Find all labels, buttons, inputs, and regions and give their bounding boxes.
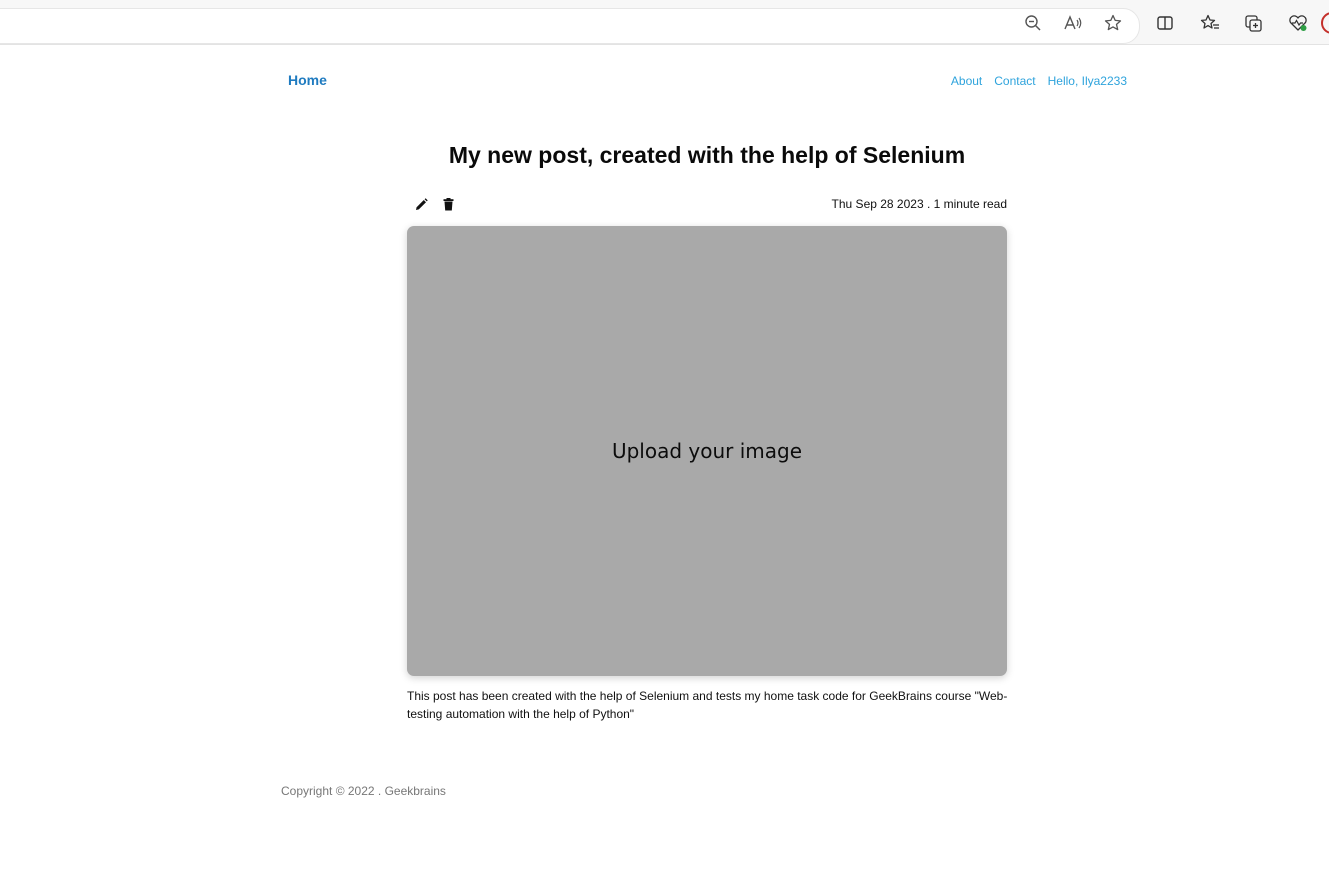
profile-icon[interactable] [1321,12,1329,34]
post-image-placeholder[interactable]: Upload your image [407,226,1007,676]
nav-about-link[interactable]: About [951,74,982,88]
nav-user-greeting[interactable]: Hello, Ilya2233 [1048,74,1127,88]
delete-icon[interactable] [441,197,455,211]
favorites-icon[interactable] [1199,12,1221,34]
collections-icon[interactable] [1243,12,1265,34]
browser-essentials-icon[interactable] [1287,12,1309,34]
footer-copyright: Copyright © 2022 . Geekbrains [281,784,446,798]
address-bar[interactable] [0,8,1140,44]
nav-links: About Contact Hello, Ilya2233 [951,74,1127,88]
image-placeholder-label: Upload your image [611,439,803,463]
post-body: This post has been created with the help… [407,689,1008,721]
read-aloud-icon[interactable] [1062,12,1084,34]
nav-home-link[interactable]: Home [288,72,327,88]
nav-contact-link[interactable]: Contact [994,74,1035,88]
post-title: My new post, created with the help of Se… [448,142,966,168]
zoom-out-icon[interactable] [1022,12,1044,34]
split-screen-icon[interactable] [1154,12,1176,34]
favorite-star-icon[interactable] [1102,12,1124,34]
post-meta: Thu Sep 28 2023 . 1 minute read [831,197,1007,211]
post-actions [414,197,455,211]
edit-icon[interactable] [414,197,428,211]
browser-toolbar [0,0,1329,45]
